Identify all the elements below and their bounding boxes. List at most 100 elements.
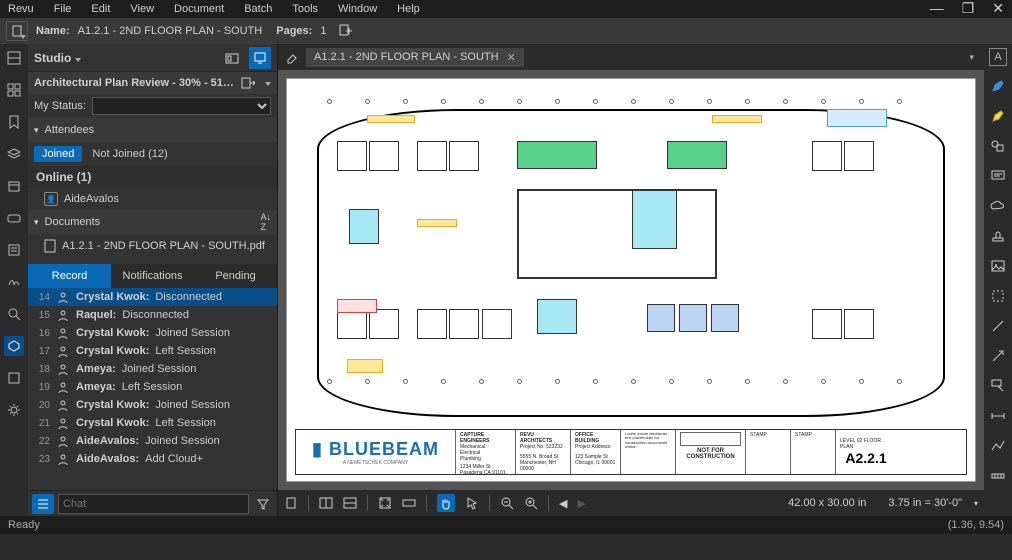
document-tab[interactable]: A1.2.1 - 2ND FLOOR PLAN - SOUTH ✕ [306, 48, 524, 67]
tb-col-head: OFFICE BUILDING [575, 432, 616, 444]
split-h-icon[interactable] [343, 496, 357, 510]
menu-edit[interactable]: Edit [91, 3, 110, 15]
maximize-icon[interactable]: ❐ [962, 0, 975, 17]
zoom-out-icon[interactable] [500, 496, 514, 510]
menu-batch[interactable]: Batch [244, 3, 272, 15]
record-row[interactable]: 14 Crystal Kwok: Disconnected [28, 288, 277, 306]
search-icon[interactable] [4, 304, 24, 324]
document-name[interactable]: A1.2.1 - 2ND FLOOR PLAN - SOUTH.pdf [62, 240, 265, 252]
building-core [517, 189, 717, 279]
leave-session-icon[interactable] [241, 76, 255, 90]
image-tool-icon[interactable] [988, 256, 1008, 276]
tab-pending[interactable]: Pending [194, 264, 277, 288]
dimension-tool-icon[interactable] [988, 406, 1008, 426]
text-tool-icon[interactable]: A [989, 48, 1007, 66]
document-area: A1.2.1 - 2ND FLOOR PLAN - SOUTH ✕ ▾ /* t… [278, 44, 984, 516]
chevron-down-icon[interactable]: ▾ [34, 217, 39, 228]
close-icon[interactable]: ✕ [992, 0, 1004, 17]
stamp-tool-icon[interactable] [988, 226, 1008, 246]
highlight-tool-icon[interactable] [988, 106, 1008, 126]
status-select[interactable] [92, 97, 271, 115]
list-toggle-icon[interactable] [32, 494, 54, 514]
prev-view-icon[interactable]: ◀ [559, 497, 567, 510]
record-row[interactable]: 17 Crystal Kwok: Left Session [28, 342, 277, 360]
pan-tool-icon[interactable] [437, 494, 455, 512]
menu-file[interactable]: File [54, 3, 72, 15]
form-icon[interactable] [4, 240, 24, 260]
grid-tick [327, 99, 332, 104]
record-row[interactable]: 19 Ameya: Left Session [28, 378, 277, 396]
studio-title[interactable]: Studio [34, 51, 81, 65]
record-row[interactable]: 18 Ameya: Joined Session [28, 360, 277, 378]
record-row[interactable]: 15 Raquel: Disconnected [28, 306, 277, 324]
fit-width-icon[interactable] [402, 496, 416, 510]
gear-icon[interactable] [4, 400, 24, 420]
tab-notifications[interactable]: Notifications [111, 264, 194, 288]
close-tab-icon[interactable]: ✕ [507, 51, 516, 64]
record-row[interactable]: 21 Crystal Kwok: Left Session [28, 414, 277, 432]
document-canvas[interactable]: /* ticks drawn via loop below */ [286, 78, 976, 482]
next-view-icon[interactable]: ▶ [577, 497, 585, 510]
line-tool-icon[interactable] [988, 316, 1008, 336]
grid-icon[interactable] [4, 80, 24, 100]
arrow-tool-icon[interactable] [988, 346, 1008, 366]
menu-document[interactable]: Document [174, 3, 224, 15]
file-menu-button[interactable] [6, 21, 28, 41]
eraser-icon[interactable] [282, 47, 302, 67]
page-scale[interactable]: 3.75 in = 30'-0" [888, 497, 962, 509]
person-icon [56, 362, 70, 376]
joined-tab[interactable]: Joined [34, 146, 82, 162]
properties-icon[interactable] [4, 368, 24, 388]
record-number: 16 [34, 328, 50, 339]
record-row[interactable]: 16 Crystal Kwok: Joined Session [28, 324, 277, 342]
shapes-tool-icon[interactable] [988, 136, 1008, 156]
links-icon[interactable] [4, 208, 24, 228]
session-dropdown[interactable] [261, 77, 271, 89]
menu-tools[interactable]: Tools [292, 3, 318, 15]
signatures-icon[interactable] [4, 272, 24, 292]
grid-tick [365, 379, 370, 384]
pdf-icon [44, 239, 56, 253]
cloud-tool-icon[interactable] [988, 196, 1008, 216]
record-row[interactable]: 22 AideAvalos: Joined Session [28, 432, 277, 450]
record-number: 21 [34, 418, 50, 429]
zoom-in-icon[interactable] [524, 496, 538, 510]
record-row[interactable]: 20 Crystal Kwok: Joined Session [28, 396, 277, 414]
record-row[interactable]: 23 AideAvalos: Add Cloud+ [28, 450, 277, 468]
studio-icon[interactable] [4, 336, 24, 356]
fit-page-icon[interactable] [378, 496, 392, 510]
chat-input[interactable] [58, 494, 249, 514]
menu-revu[interactable]: Revu [8, 3, 34, 15]
menu-window[interactable]: Window [338, 3, 377, 15]
left-tool-rail [0, 44, 28, 516]
room [417, 141, 447, 171]
sort-icon[interactable]: A↓Z [260, 212, 271, 232]
note-tool-icon[interactable] [988, 166, 1008, 186]
menu-view[interactable]: View [130, 3, 154, 15]
thumbnails-icon[interactable] [4, 48, 24, 68]
new-page-button[interactable] [334, 21, 356, 41]
chevron-down-icon[interactable]: ▾ [974, 499, 978, 508]
menu-help[interactable]: Help [397, 3, 420, 15]
callout-tool-icon[interactable] [988, 376, 1008, 396]
layers-icon[interactable] [4, 144, 24, 164]
polyline-tool-icon[interactable] [988, 436, 1008, 456]
pen-tool-icon[interactable] [988, 76, 1008, 96]
grid-tick [593, 99, 598, 104]
tab-list-dropdown[interactable]: ▾ [963, 52, 980, 63]
split-v-icon[interactable] [319, 496, 333, 510]
minimize-icon[interactable]: — [930, 0, 944, 17]
single-page-icon[interactable] [284, 496, 298, 510]
chevron-down-icon[interactable]: ▾ [34, 125, 39, 136]
filter-icon[interactable] [253, 494, 273, 514]
measure-tool-icon[interactable] [988, 466, 1008, 486]
record-user: Crystal Kwok: [76, 399, 149, 411]
projects-button[interactable] [221, 47, 243, 69]
bookmark-icon[interactable] [4, 112, 24, 132]
not-joined-tab[interactable]: Not Joined (12) [86, 146, 173, 162]
tab-record[interactable]: Record [28, 264, 111, 288]
sessions-button[interactable] [249, 47, 271, 69]
sets-icon[interactable] [4, 176, 24, 196]
select-tool-icon[interactable] [465, 496, 479, 510]
crop-tool-icon[interactable] [988, 286, 1008, 306]
